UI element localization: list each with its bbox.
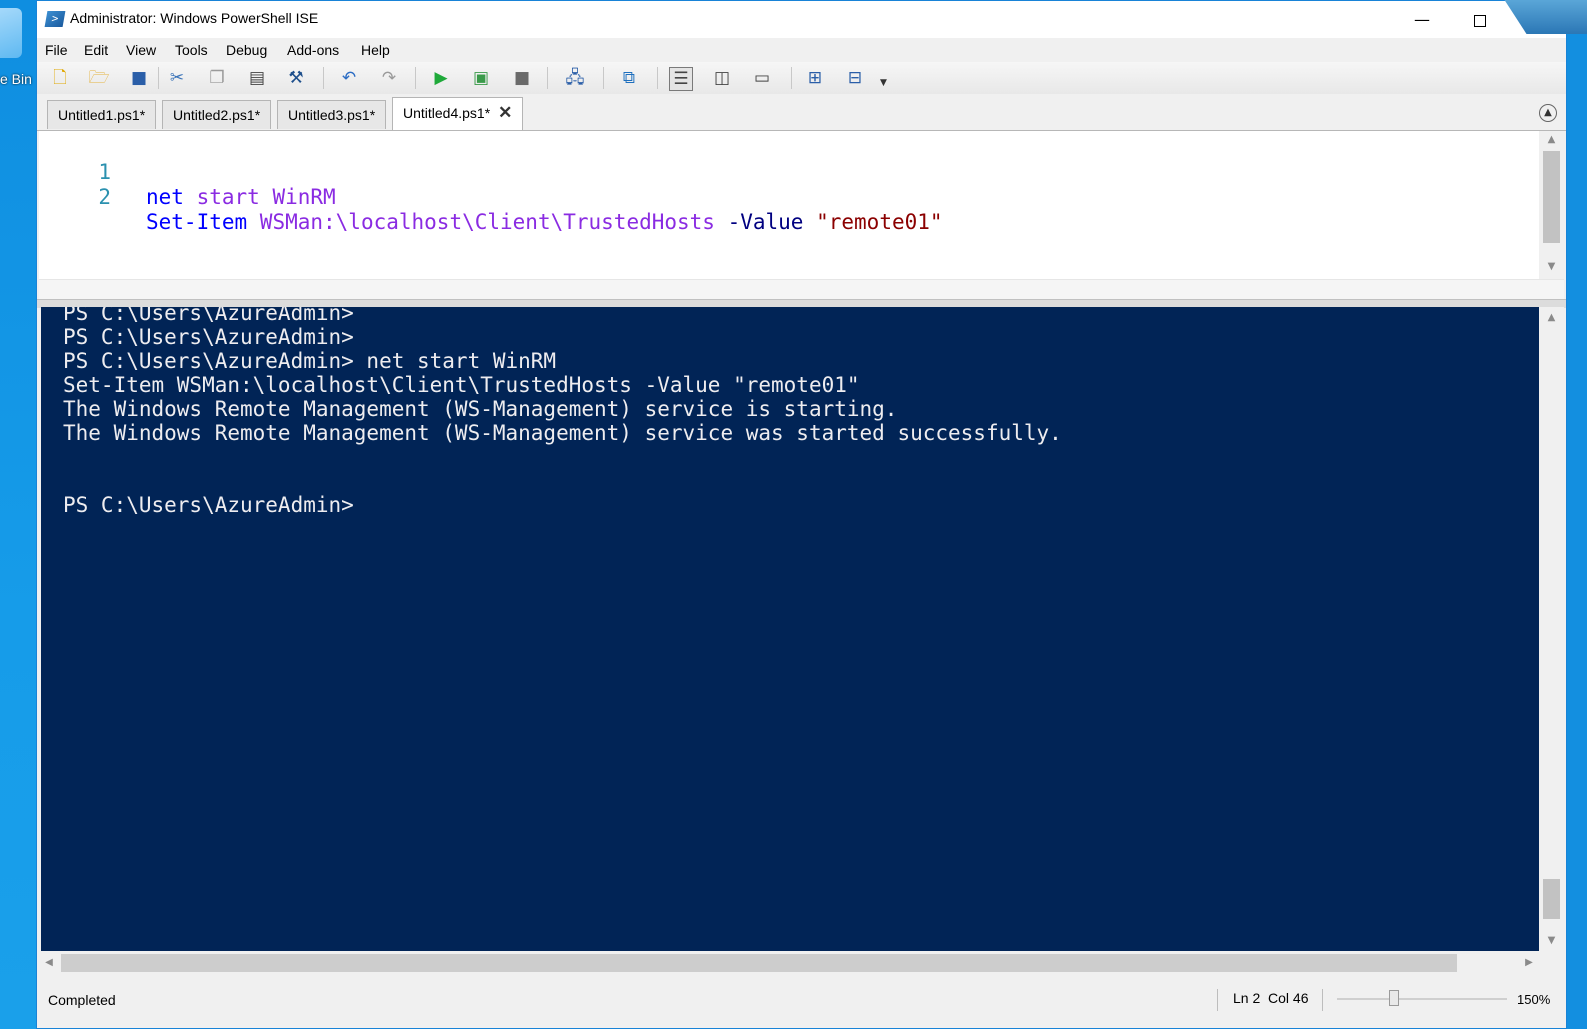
script-pane-top-icon[interactable]: ☰ [669, 67, 693, 91]
status-bar: Completed Ln 2 Col 46 150% [37, 977, 1566, 1028]
tab-label: Untitled4.ps1* [403, 105, 491, 121]
console-vertical-scrollbar[interactable]: ▲ ▼ [1539, 307, 1564, 951]
menu-tools[interactable]: Tools [175, 42, 208, 58]
console-line: The Windows Remote Management (WS-Manage… [63, 421, 1062, 445]
console-hscroll-thumb[interactable] [61, 954, 1457, 972]
copy-icon[interactable]: ❐ [206, 67, 228, 89]
close-tab-icon[interactable]: ✕ [498, 103, 512, 122]
cut-icon[interactable]: ✂ [166, 67, 188, 89]
powershell-ise-icon: > [44, 11, 66, 27]
editor-scroll-thumb[interactable] [1543, 151, 1560, 243]
console-line: PS C:\Users\AzureAdmin> net start WinRM [63, 349, 557, 373]
script-editor[interactable]: 1 net start WinRM 2 Set-Item WSMan:\loca… [39, 131, 1539, 279]
paste-icon[interactable]: ▤ [246, 67, 268, 89]
menu-file[interactable]: File [45, 42, 68, 58]
menu-addons[interactable]: Add-ons [287, 42, 339, 58]
run-icon[interactable]: ▶ [430, 67, 452, 89]
script-pane-maximized-icon[interactable]: ▭ [751, 67, 773, 89]
run-selection-icon[interactable]: ▣ [470, 67, 492, 89]
cursor-position: Ln 2 Col 46 [1233, 990, 1309, 1006]
new-file-icon[interactable]: 🗋 [49, 67, 71, 89]
menu-help[interactable]: Help [361, 42, 390, 58]
maximize-icon [1474, 14, 1486, 27]
powershell-ise-window: > Administrator: Windows PowerShell ISE … [36, 0, 1567, 1029]
code-string: "remote01" [816, 210, 943, 234]
zoom-slider-track[interactable] [1337, 998, 1507, 1000]
console-line: Set-Item WSMan:\localhost\Client\Trusted… [63, 373, 860, 397]
undo-icon[interactable]: ↶ [338, 67, 360, 89]
menu-edit[interactable]: Edit [84, 42, 108, 58]
maximize-button[interactable] [1457, 1, 1503, 38]
editor-line: 2 Set-Item WSMan:\localhost\Client\Trust… [39, 160, 942, 234]
console-line: PS C:\Users\AzureAdmin> [63, 307, 354, 325]
recycle-bin-label: e Bin [0, 71, 32, 87]
editor-horizontal-scrollbar[interactable] [39, 279, 1564, 300]
scroll-right-arrow-icon[interactable]: ▶ [1521, 957, 1537, 968]
tab-strip: Untitled1.ps1* Untitled2.ps1* Untitled3.… [37, 94, 1566, 131]
tab-untitled3[interactable]: Untitled3.ps1* [277, 100, 387, 129]
scroll-up-arrow-icon[interactable]: ▲ [1539, 134, 1564, 145]
toolbar: 🗋 🗁 ■ ✂ ❐ ▤ ⚒ ↶ ↷ ▶ ▣ ■ 🖧 ⧉ ☰ ◫ ▭ ⊞ ⊟ ▼ [37, 62, 1566, 94]
tab-label: Untitled2.ps1* [173, 107, 261, 123]
console-pane[interactable]: PS C:\Users\AzureAdmin> PS C:\Users\Azur… [41, 307, 1539, 951]
stop-icon[interactable]: ■ [511, 67, 533, 89]
line-position: Ln 2 [1233, 990, 1261, 1006]
code-argument: WSMan:\localhost\Client\TrustedHosts [247, 210, 715, 234]
start-powershell-icon[interactable]: ⧉ [618, 67, 640, 89]
clear-pane-icon[interactable]: ⚒ [285, 67, 307, 89]
desktop-background: e Bin [0, 0, 36, 1029]
zoom-level: 150% [1517, 992, 1551, 1007]
code-command: Set-Item [146, 210, 248, 234]
status-text: Completed [48, 992, 116, 1008]
show-addon-icon[interactable]: ⊟ [844, 67, 866, 89]
code-command: net [146, 185, 184, 209]
toolbar-overflow-icon[interactable]: ▼ [880, 78, 887, 88]
zoom-slider-thumb[interactable] [1389, 990, 1399, 1006]
scroll-up-arrow-icon[interactable]: ▲ [1539, 312, 1564, 323]
line-number: 2 [98, 185, 111, 209]
recycle-bin-icon[interactable] [0, 8, 22, 58]
menu-view[interactable]: View [126, 42, 156, 58]
open-folder-icon[interactable]: 🗁 [88, 67, 110, 89]
editor-vertical-scrollbar[interactable]: ▲ ▼ [1539, 131, 1564, 279]
console-line: PS C:\Users\AzureAdmin> [63, 325, 354, 349]
editor-line: 1 net start WinRM [39, 135, 335, 209]
tab-untitled1[interactable]: Untitled1.ps1* [47, 100, 157, 129]
scroll-left-arrow-icon[interactable]: ◀ [41, 957, 57, 968]
code-argument: start WinRM [183, 185, 336, 209]
code-parameter: -Value [714, 210, 817, 234]
save-icon[interactable]: ■ [128, 67, 150, 89]
tab-untitled4[interactable]: Untitled4.ps1* ✕ [392, 97, 524, 130]
tab-label: Untitled1.ps1* [58, 107, 146, 123]
scroll-down-arrow-icon[interactable]: ▼ [1539, 935, 1564, 946]
menu-bar: File Edit View Tools Debug Add-ons Help [37, 38, 1566, 62]
script-pane-right-icon[interactable]: ◫ [711, 67, 733, 89]
tab-label: Untitled3.ps1* [288, 107, 376, 123]
minimize-button[interactable]: — [1399, 1, 1445, 38]
remote-powershell-icon[interactable]: 🖧 [564, 67, 586, 89]
console-horizontal-scrollbar[interactable]: ◀ ▶ [41, 951, 1564, 975]
redo-icon[interactable]: ↷ [378, 67, 400, 89]
console-line: The Windows Remote Management (WS-Manage… [63, 397, 898, 421]
collapse-script-pane-icon[interactable]: ▲ [1539, 104, 1557, 122]
column-position: Col 46 [1268, 990, 1309, 1006]
window-title: Administrator: Windows PowerShell ISE [70, 10, 319, 26]
console-scroll-thumb[interactable] [1543, 879, 1560, 919]
title-bar[interactable]: > Administrator: Windows PowerShell ISE … [37, 1, 1566, 38]
tab-untitled2[interactable]: Untitled2.ps1* [162, 100, 272, 129]
desktop-background-right [1567, 0, 1587, 1029]
show-command-icon[interactable]: ⊞ [804, 67, 826, 89]
console-prompt: PS C:\Users\AzureAdmin> [63, 493, 354, 517]
menu-debug[interactable]: Debug [226, 42, 267, 58]
scroll-down-arrow-icon[interactable]: ▼ [1539, 261, 1564, 272]
